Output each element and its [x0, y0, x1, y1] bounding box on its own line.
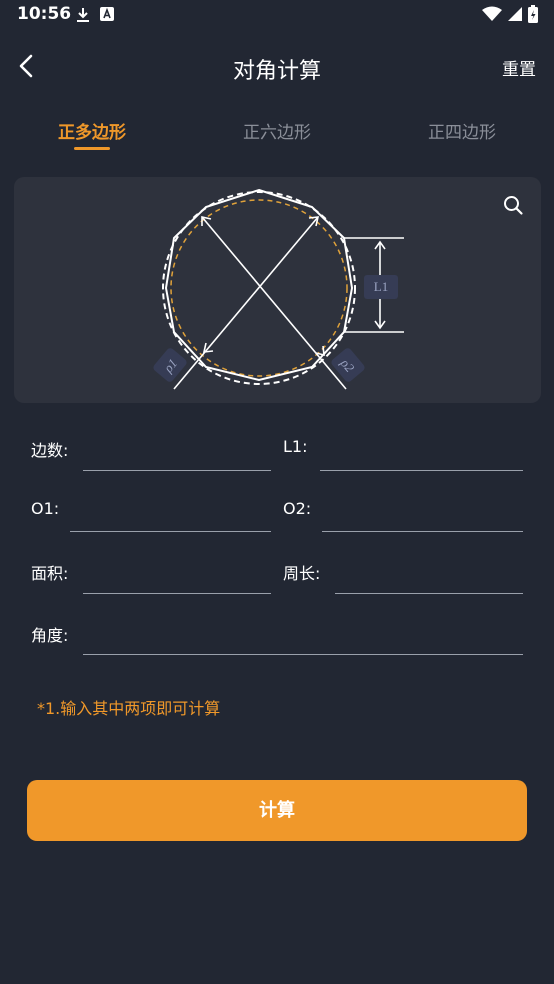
signal-icon	[508, 7, 522, 21]
calculate-button[interactable]: 计算	[27, 780, 527, 841]
o1-input[interactable]	[70, 500, 271, 532]
polygon-diagram: L1 ρ1 ρ2	[153, 188, 404, 390]
status-left-icons	[76, 7, 114, 23]
status-time: 10:56	[17, 4, 72, 24]
angle-label: 角度:	[31, 626, 69, 645]
status-right-icons	[482, 5, 538, 23]
o2-label: O2:	[283, 499, 312, 518]
header: 对角计算 重置	[0, 40, 554, 96]
angle-input[interactable]	[83, 623, 523, 655]
zoom-button[interactable]	[502, 194, 524, 216]
o1-label: O1:	[31, 499, 60, 518]
search-icon	[504, 196, 523, 215]
diagram-card: L1 ρ1 ρ2	[14, 177, 541, 403]
a-badge-icon	[100, 7, 114, 21]
l1-input[interactable]	[320, 439, 523, 471]
active-tab-indicator	[74, 147, 110, 150]
perimeter-input[interactable]	[335, 562, 523, 594]
sides-input[interactable]	[83, 439, 271, 471]
download-icon	[77, 8, 89, 22]
tab-bar: 正多边形 正六边形 正四边形	[0, 118, 554, 158]
o2-input[interactable]	[322, 500, 523, 532]
input-hint: *1.输入其中两项即可计算	[37, 699, 221, 718]
area-label: 面积:	[31, 564, 69, 583]
reset-button[interactable]: 重置	[502, 55, 536, 80]
status-bar: 10:56	[0, 0, 554, 30]
page-title: 对角计算	[232, 59, 321, 84]
diagonal-1	[173, 216, 319, 390]
battery-icon	[528, 5, 538, 23]
l1-dimension-label: L1	[374, 279, 388, 294]
perimeter-label: 周长:	[283, 564, 321, 583]
tab-hexagon[interactable]: 正六边形	[217, 118, 337, 143]
sides-label: 边数:	[31, 441, 69, 460]
tab-square[interactable]: 正四边形	[402, 118, 522, 143]
l1-label: L1:	[283, 437, 308, 456]
wifi-icon	[482, 6, 502, 21]
diagonal-2	[201, 216, 347, 390]
area-input[interactable]	[83, 562, 271, 594]
tab-regular-polygon[interactable]: 正多边形	[32, 118, 152, 143]
